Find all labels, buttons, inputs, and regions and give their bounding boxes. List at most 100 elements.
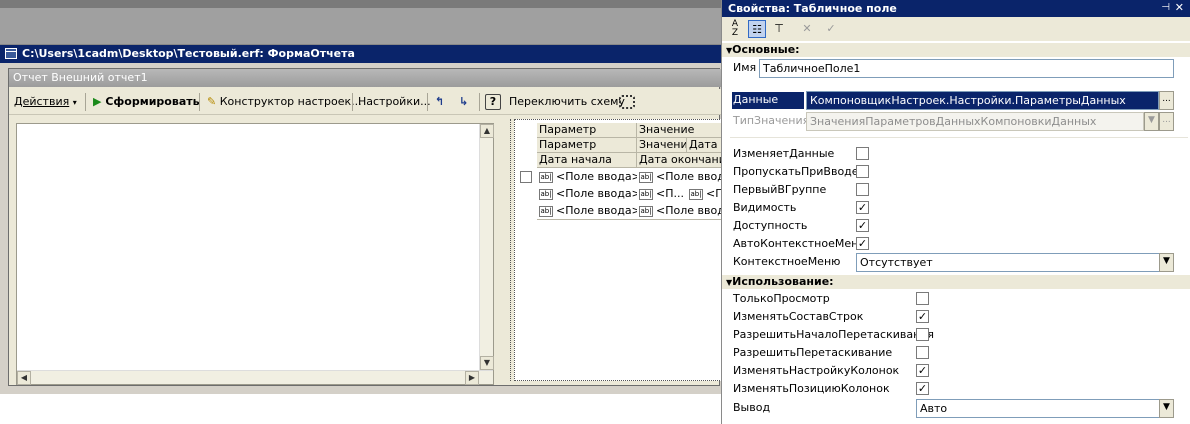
filter-icon[interactable]: ⊤ xyxy=(770,20,788,38)
read-only-checkbox[interactable] xyxy=(916,292,929,305)
section-usage[interactable]: ▼Использование: xyxy=(722,275,1190,289)
cell-text: <Поле ввода> xyxy=(556,187,637,200)
toolbar-separator xyxy=(199,93,200,111)
text-field-icon: ab| xyxy=(639,171,653,183)
parameters-table[interactable]: Параметр Значение Параметр Значение Дата… xyxy=(514,119,727,381)
change-columns-setting-checkbox[interactable]: ✓ xyxy=(916,364,929,377)
designer-title-bar[interactable]: C:\Users\1cadm\Desktop\Тестовый.erf: Фор… xyxy=(0,45,721,63)
table-cell[interactable]: ab|<Поле ввода> xyxy=(639,168,727,185)
text-document-field[interactable]: ▲ ▼ ◀ ▶ xyxy=(16,123,494,385)
modifies-data-checkbox[interactable] xyxy=(856,147,869,160)
change-columns-position-checkbox[interactable]: ✓ xyxy=(916,382,929,395)
settings-constructor-button[interactable]: ✎ Конструктор настроек... xyxy=(205,93,364,111)
settings-label: Настройки... xyxy=(358,95,431,108)
settings-button[interactable]: Настройки... xyxy=(356,93,433,111)
first-in-group-checkbox[interactable] xyxy=(856,183,869,196)
allow-drag-start-checkbox[interactable] xyxy=(916,328,929,341)
sort-alphabetical-icon[interactable]: AZ xyxy=(726,20,744,38)
section-main-label: Основные: xyxy=(732,43,800,56)
properties-panel: Свойства: Табличное поле ⊣ ✕ AZ ☷ ⊤ ✕ ✓ … xyxy=(721,0,1190,424)
name-input[interactable]: ТабличноеПоле1 xyxy=(759,59,1174,78)
actions-menu-button[interactable]: Действия ▾ xyxy=(12,93,79,111)
vertical-scrollbar[interactable]: ▲ ▼ xyxy=(479,124,494,370)
text-field-icon: ab| xyxy=(539,171,553,183)
table-cell[interactable]: ab|<Поле ввода> xyxy=(639,202,727,219)
column-header-parameter-sub[interactable]: Параметр xyxy=(537,138,637,153)
form-icon xyxy=(5,48,17,59)
context-menu-select[interactable]: Отсутствует xyxy=(856,253,1160,272)
enabled-checkbox[interactable]: ✓ xyxy=(856,219,869,232)
generate-button[interactable]: ▶ Сформировать xyxy=(91,93,202,111)
column-header-value-sub[interactable]: Значение xyxy=(637,138,687,153)
section-usage-label: Использование: xyxy=(732,275,834,288)
help-icon[interactable]: ? xyxy=(485,94,501,110)
output-dropdown-icon[interactable]: ▼ xyxy=(1159,399,1174,418)
column-header-value[interactable]: Значение xyxy=(637,123,727,138)
select-area-icon[interactable] xyxy=(619,95,635,109)
apply-icon[interactable]: ✓ xyxy=(822,20,840,38)
scroll-up-icon[interactable]: ▲ xyxy=(480,124,494,138)
row-divider xyxy=(537,219,727,220)
flag-label: ПервыйВГруппе xyxy=(733,183,827,196)
switch-scheme-button[interactable]: Переключить схему xyxy=(507,93,627,111)
flag-label: ИзменятьНастройкуКолонок xyxy=(733,364,900,377)
flag-label: ТолькоПросмотр xyxy=(733,292,830,305)
form-toolbar: Действия ▾ ▶ Сформировать ✎ Конструктор … xyxy=(9,89,721,115)
text-field-icon: ab| xyxy=(639,205,653,217)
toolbar-separator xyxy=(85,93,86,111)
divider xyxy=(730,137,1188,138)
table-cell[interactable]: ab|<Поле ввода> xyxy=(539,185,637,202)
value-type-dropdown-icon[interactable]: ▼ xyxy=(1144,112,1159,131)
undo-icon[interactable]: ↰ xyxy=(433,93,446,111)
constructor-label: Конструктор настроек... xyxy=(219,95,362,108)
redo-icon[interactable]: ↳ xyxy=(457,93,470,111)
scroll-left-icon[interactable]: ◀ xyxy=(17,371,31,385)
section-main[interactable]: ▼Основные: xyxy=(722,43,1190,57)
desktop-strip xyxy=(0,0,721,8)
cell-text: <Поле ввода> xyxy=(656,204,727,217)
output-select[interactable]: Авто xyxy=(916,399,1160,418)
flag-label: РазрешитьНачалоПеретаскивания xyxy=(733,328,935,341)
column-header-parameter[interactable]: Параметр xyxy=(537,123,637,138)
horizontal-scrollbar[interactable]: ◀ ▶ xyxy=(17,370,493,385)
help-label: ? xyxy=(489,95,497,108)
value-type-input[interactable]: ЗначенияПараметровДанныхКомпоновкиДанных xyxy=(806,112,1144,131)
magic-wand-icon: ✎ xyxy=(207,95,217,108)
table-cell[interactable]: ab|<П... xyxy=(639,185,687,202)
value-type-label: ТипЗначения xyxy=(733,114,810,127)
flag-label: ИзменятьПозициюКолонок xyxy=(733,382,890,395)
clear-icon[interactable]: ✕ xyxy=(798,20,816,38)
scroll-down-icon[interactable]: ▼ xyxy=(480,356,494,370)
allow-drag-checkbox[interactable] xyxy=(916,346,929,359)
column-header-start-date[interactable]: Дата начала xyxy=(537,153,637,168)
properties-title-bar: Свойства: Табличное поле xyxy=(722,0,1190,17)
properties-toolbar: AZ ☷ ⊤ ✕ ✓ xyxy=(722,17,1190,41)
form-body: ▲ ▼ ◀ ▶ Параметр Значение Параметр Значе… xyxy=(12,119,727,385)
pin-icon[interactable]: ⊣ xyxy=(1161,2,1170,13)
play-icon: ▶ xyxy=(93,95,102,108)
data-input[interactable]: КомпоновщикНастроек.Настройки.ПараметрыД… xyxy=(806,91,1159,110)
row-checkbox[interactable] xyxy=(520,171,532,183)
cell-text: <Поле ввода> xyxy=(656,170,727,183)
designer-title: C:\Users\1cadm\Desktop\Тестовый.erf: Фор… xyxy=(22,47,355,60)
context-menu-dropdown-icon[interactable]: ▼ xyxy=(1159,253,1174,272)
visibility-checkbox[interactable]: ✓ xyxy=(856,201,869,214)
table-cell[interactable]: ab|<Поле ввода> xyxy=(539,168,637,185)
categorized-icon[interactable]: ☷ xyxy=(748,20,766,38)
text-field-icon: ab| xyxy=(639,188,653,200)
value-type-select-button[interactable]: ... xyxy=(1159,112,1174,131)
form-title-bar: Отчет Внешний отчет1 xyxy=(9,69,721,87)
cell-text: <Поле ввода> xyxy=(556,170,637,183)
column-header-end-date[interactable]: Дата окончания xyxy=(637,153,727,168)
table-cell[interactable]: ab|<Поле ввода> xyxy=(539,202,637,219)
flag-label: ИзменяетДанные xyxy=(733,147,835,160)
report-form: Отчет Внешний отчет1 Действия ▾ ▶ Сформи… xyxy=(8,68,727,386)
flag-label: ИзменятьСоставСтрок xyxy=(733,310,864,323)
skip-on-input-checkbox[interactable] xyxy=(856,165,869,178)
properties-list: ▼Основные: Имя ТабличноеПоле1 Данные Ком… xyxy=(722,41,1190,424)
data-select-button[interactable]: ... xyxy=(1159,91,1174,110)
close-icon[interactable]: ✕ xyxy=(1175,1,1184,14)
change-rows-checkbox[interactable]: ✓ xyxy=(916,310,929,323)
auto-context-menu-checkbox[interactable]: ✓ xyxy=(856,237,869,250)
scroll-right-icon[interactable]: ▶ xyxy=(465,371,479,385)
